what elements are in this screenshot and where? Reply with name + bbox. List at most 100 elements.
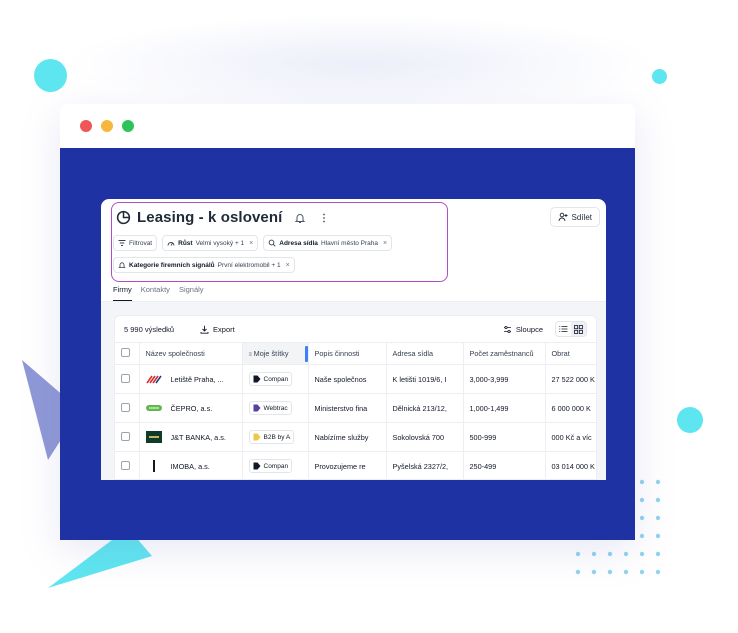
employees-cell: 3,000-3,999	[463, 364, 546, 394]
decor-dot	[639, 479, 645, 485]
table-row[interactable]: IMOBA, a.s. Compan Provozujeme re Pyšels…	[115, 451, 596, 479]
filter-chip-growth[interactable]: Růst Velmi vysoký + 1 ×	[162, 235, 259, 251]
company-cell[interactable]: J&T BANKA, a.s.	[139, 422, 243, 452]
table-row[interactable]: Letiště Praha, ... Compan Naše společnos…	[115, 364, 596, 394]
filter-chip-address[interactable]: Adresa sídla Hlavní město Praha ×	[263, 235, 393, 251]
filter-chip-signals[interactable]: Kategorie firemních signálů První elektr…	[113, 257, 295, 273]
company-cell[interactable]: Letiště Praha, ...	[139, 364, 243, 394]
row-checkbox[interactable]	[121, 373, 130, 383]
decor-dot	[575, 569, 581, 575]
decor-dot	[591, 569, 597, 575]
decor-circle-large	[34, 59, 67, 92]
company-name: ČEPRO, a.s.	[170, 403, 213, 413]
revenue-cell: 03 014 000 K	[545, 451, 596, 479]
columns-label: Sloupce	[515, 324, 543, 334]
column-header-tags[interactable]: ≡ Moje štítky	[242, 342, 309, 365]
grid-view-icon[interactable]	[571, 322, 586, 336]
tag-cell[interactable]: B2B by A	[242, 422, 309, 452]
column-header[interactable]: Obrat	[545, 342, 596, 365]
decor-dot	[639, 569, 645, 575]
tab-kontakty[interactable]: Kontakty	[141, 285, 170, 301]
results-panel: 5 990 výsledků Export Sloupce Název spol…	[114, 315, 597, 480]
remove-chip-icon[interactable]: ×	[383, 240, 387, 247]
export-button[interactable]: Export	[200, 325, 235, 334]
chip-value: Hlavní město Praha	[320, 239, 379, 247]
select-all-checkbox[interactable]	[121, 348, 130, 357]
tab-firmy[interactable]: Firmy	[113, 285, 132, 301]
row-select-cell	[115, 364, 140, 394]
column-resize-handle[interactable]	[304, 346, 307, 362]
tag-cell[interactable]: Compan	[242, 451, 309, 479]
column-header[interactable]: Adresa sídla	[386, 342, 464, 365]
employees-cell: 250-499	[463, 451, 546, 479]
user-plus-icon	[558, 212, 568, 222]
tag-badge[interactable]: Webtrac	[248, 401, 292, 415]
tag-cell[interactable]: Webtrac	[242, 393, 309, 423]
table-row[interactable]: ČEPRO, a.s. Webtrac Ministerstvo fina Dě…	[115, 393, 596, 423]
browser-window: Leasing - k oslovení Sdílet Filtrovat Rů…	[60, 104, 635, 540]
decor-dot	[655, 569, 661, 575]
remove-chip-icon[interactable]: ×	[286, 262, 290, 269]
chip-name: Kategorie firemních signálů	[129, 261, 215, 269]
company-cell[interactable]: ČEPRO, a.s.	[139, 393, 243, 423]
description-cell: Nabízíme služby	[308, 422, 387, 452]
bell-icon[interactable]	[294, 212, 306, 224]
view-toggle	[555, 321, 587, 337]
pie-chart-icon	[116, 210, 131, 225]
decor-dot	[639, 533, 645, 539]
app-panel: Leasing - k oslovení Sdílet Filtrovat Rů…	[101, 199, 606, 480]
column-header[interactable]: Název společnosti	[139, 342, 243, 365]
filter-chips: Filtrovat Růst Velmi vysoký + 1 × Adresa…	[113, 235, 443, 273]
company-cell[interactable]: IMOBA, a.s.	[139, 451, 243, 479]
jt-banka-logo-icon	[146, 431, 163, 443]
filter-button[interactable]: Filtrovat	[113, 235, 158, 251]
decor-dot	[655, 533, 661, 539]
tag-label: Compan	[263, 375, 289, 383]
address-cell: Dělnická 213/12,	[386, 393, 464, 423]
table-row[interactable]: J&T BANKA, a.s. B2B by A Nabízíme služby…	[115, 422, 596, 452]
select-all-cell	[115, 342, 140, 365]
decor-circle-small	[652, 69, 667, 84]
description-cell: Provozujeme re	[308, 451, 387, 479]
share-button[interactable]: Sdílet	[549, 207, 600, 227]
content-area: 5 990 výsledků Export Sloupce Název spol…	[101, 302, 606, 480]
maximize-light-icon[interactable]	[122, 120, 134, 132]
tag-label: B2B by A	[263, 433, 291, 441]
chip-value: Velmi vysoký + 1	[195, 239, 245, 247]
tag-badge[interactable]: Compan	[248, 372, 293, 386]
column-header[interactable]: Počet zaměstnanců	[463, 342, 546, 365]
columns-button[interactable]: Sloupce	[503, 325, 543, 334]
company-name: IMOBA, a.s.	[170, 461, 210, 471]
window-titlebar	[60, 104, 635, 148]
imoba-logo-icon	[146, 460, 163, 472]
window-body: Leasing - k oslovení Sdílet Filtrovat Rů…	[60, 148, 635, 540]
column-header[interactable]: Popis činnosti	[308, 342, 387, 365]
tab-signaly[interactable]: Signály	[179, 285, 204, 301]
tag-cell[interactable]: Compan	[242, 364, 309, 394]
minimize-light-icon[interactable]	[101, 120, 113, 132]
company-name: J&T BANKA, a.s.	[170, 432, 226, 442]
decor-dot	[655, 479, 661, 485]
tag-badge[interactable]: B2B by A	[248, 430, 295, 444]
row-select-cell	[115, 422, 140, 452]
row-checkbox[interactable]	[121, 431, 130, 441]
close-light-icon[interactable]	[80, 120, 92, 132]
employees-cell: 500-999	[463, 422, 546, 452]
page-title: Leasing - k oslovení	[137, 209, 283, 226]
remove-chip-icon[interactable]: ×	[249, 240, 253, 247]
title-row: Leasing - k oslovení	[116, 209, 330, 226]
cepro-logo-icon	[146, 402, 163, 414]
row-checkbox[interactable]	[121, 460, 130, 470]
row-checkbox[interactable]	[121, 402, 130, 412]
tag-badge[interactable]: Compan	[248, 459, 293, 473]
share-label: Sdílet	[571, 212, 592, 222]
decor-dot	[623, 569, 629, 575]
decor-dot	[655, 551, 661, 557]
more-vertical-icon[interactable]	[318, 212, 330, 224]
list-view-icon[interactable]	[556, 322, 571, 336]
background-haze	[60, 14, 660, 114]
decor-dot	[639, 497, 645, 503]
export-label: Export	[213, 324, 235, 334]
chip-value: První elektromobil + 1	[217, 261, 281, 269]
decor-dot	[639, 515, 645, 521]
